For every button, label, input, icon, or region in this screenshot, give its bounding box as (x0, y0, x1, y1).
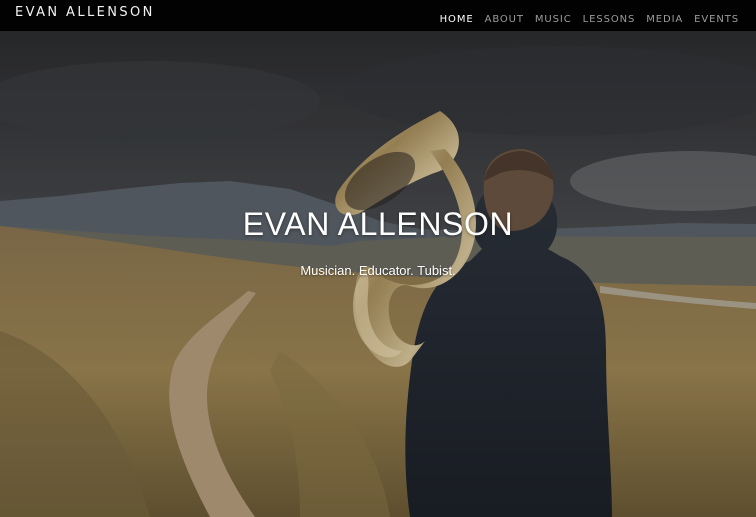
nav-link-media[interactable]: MEDIA (646, 14, 683, 25)
nav-link-music[interactable]: MUSIC (535, 14, 572, 25)
page: EVAN ALLENSON HOME ABOUT MUSIC LESSONS M… (0, 0, 756, 517)
hero-section: EVAN ALLENSON Musician. Educator. Tubist… (0, 31, 756, 517)
hero-title: EVAN ALLENSON (242, 206, 514, 242)
top-navbar: EVAN ALLENSON HOME ABOUT MUSIC LESSONS M… (0, 0, 756, 31)
nav-item-home: HOME (440, 7, 474, 26)
nav-link-lessons[interactable]: LESSONS (583, 14, 636, 25)
nav-link-events[interactable]: EVENTS (694, 14, 739, 25)
nav-item-events: EVENTS (694, 7, 739, 26)
nav-item-media: MEDIA (646, 7, 683, 26)
nav-item-about: ABOUT (485, 7, 524, 26)
hero-subtitle: Musician. Educator. Tubist. (300, 263, 456, 278)
nav-link-home[interactable]: HOME (440, 14, 474, 25)
site-brand-link[interactable]: EVAN ALLENSON (15, 5, 155, 20)
nav-link-about[interactable]: ABOUT (485, 14, 524, 25)
nav-item-music: MUSIC (535, 7, 572, 26)
nav-item-lessons: LESSONS (583, 7, 636, 26)
main-nav: HOME ABOUT MUSIC LESSONS MEDIA EVENTS (440, 7, 739, 26)
